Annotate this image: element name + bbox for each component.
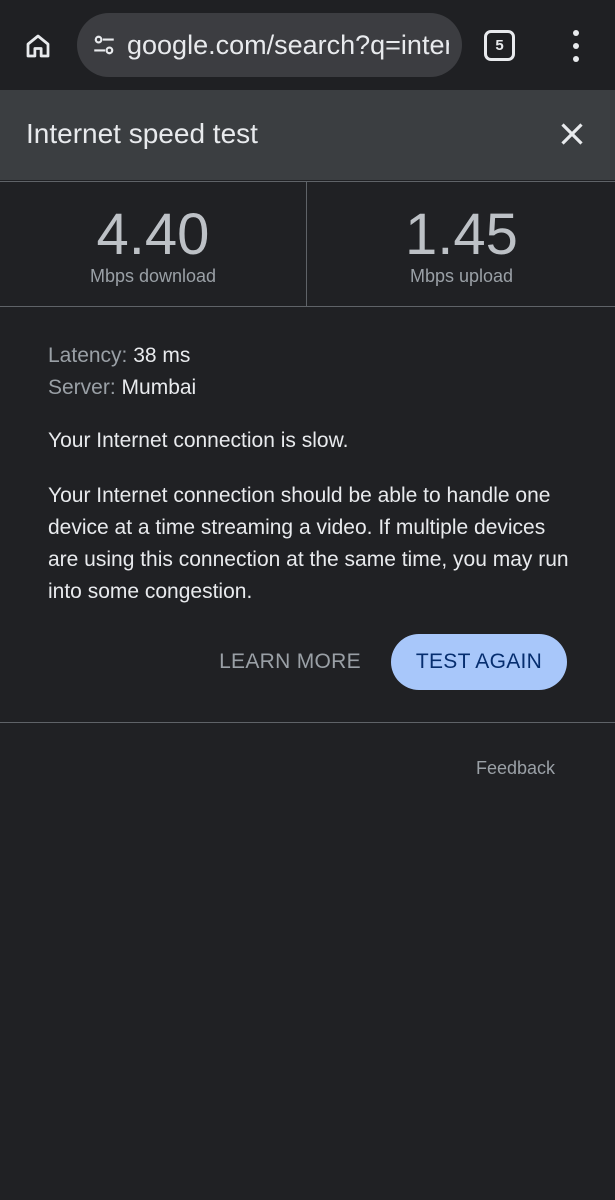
connection-status: Your Internet connection is slow.	[48, 429, 349, 452]
close-button[interactable]	[553, 115, 591, 153]
url-text[interactable]: google.com/search?q=internet speed test	[127, 30, 449, 61]
download-value: 4.40	[96, 202, 210, 267]
upload-value: 1.45	[405, 202, 518, 267]
more-vert-icon[interactable]	[560, 26, 592, 66]
divider	[0, 722, 615, 723]
page-title: Internet speed test	[26, 118, 258, 149]
server-line: Server: Mumbai	[48, 372, 578, 404]
home-button[interactable]	[16, 24, 60, 68]
browser-toolbar: google.com/search?q=internet speed test …	[0, 0, 615, 90]
tab-switcher-button[interactable]: 5	[484, 30, 515, 61]
close-icon	[561, 123, 583, 145]
result-details: Latency: 38 ms Server: Mumbai Your Inter…	[48, 340, 578, 608]
upload-result: 1.45 Mbps upload	[308, 182, 615, 306]
latency-value: 38 ms	[133, 344, 191, 367]
latency-label: Latency:	[48, 344, 128, 367]
test-again-button[interactable]: TEST AGAIN	[391, 634, 567, 690]
latency-line: Latency: 38 ms	[48, 340, 578, 372]
address-bar[interactable]: google.com/search?q=internet speed test	[77, 13, 462, 77]
speed-results: 4.40 Mbps download 1.45 Mbps upload	[0, 181, 615, 307]
site-settings-icon[interactable]	[89, 30, 119, 60]
download-result: 4.40 Mbps download	[0, 182, 307, 306]
server-label: Server:	[48, 376, 116, 399]
upload-unit: Mbps upload	[409, 266, 514, 286]
learn-more-button[interactable]: LEARN MORE	[200, 635, 380, 689]
connection-description: Your Internet connection should be able …	[48, 484, 569, 603]
sheet-header: Internet speed test	[0, 90, 615, 180]
tab-count: 5	[495, 37, 504, 54]
server-value: Mumbai	[121, 376, 197, 399]
home-icon	[26, 34, 50, 58]
download-unit: Mbps download	[89, 266, 217, 286]
feedback-link[interactable]: Feedback	[476, 758, 555, 779]
